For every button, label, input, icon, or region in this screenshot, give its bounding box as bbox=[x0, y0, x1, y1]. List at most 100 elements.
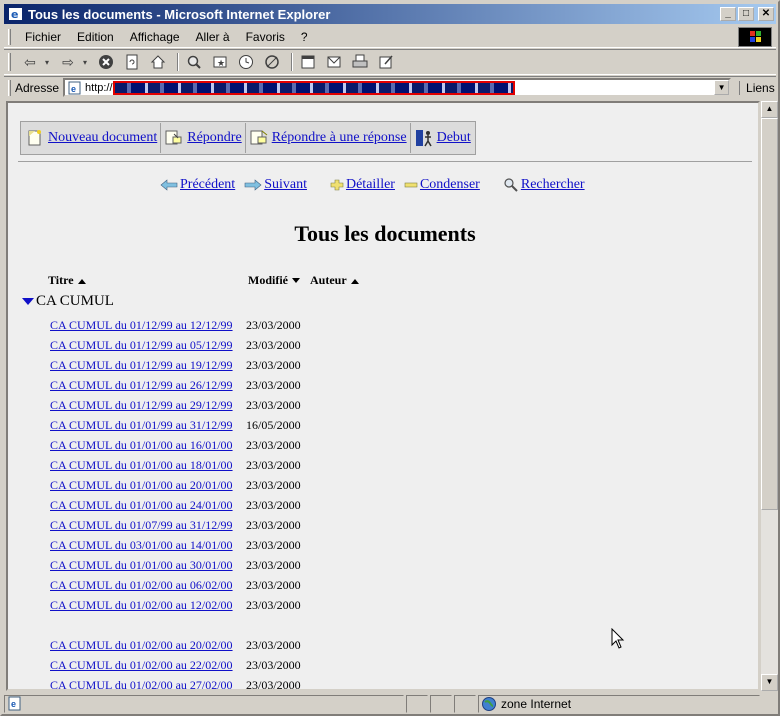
document-link[interactable]: CA CUMUL du 01/12/99 au 26/12/99 bbox=[50, 378, 246, 393]
home-icon[interactable] bbox=[147, 52, 169, 72]
toolbar-separator bbox=[291, 53, 293, 71]
new-document-icon bbox=[28, 130, 41, 146]
category-ca-cumul[interactable]: CA CUMUL bbox=[22, 293, 114, 310]
document-link[interactable]: CA CUMUL du 01/02/00 au 27/02/00 bbox=[50, 678, 246, 690]
history-icon[interactable] bbox=[235, 52, 257, 72]
reply-to-reply-action[interactable]: Répondre à une réponse bbox=[245, 123, 411, 153]
column-header-author[interactable]: Auteur bbox=[310, 273, 359, 288]
menu-fichier[interactable]: Fichier bbox=[17, 30, 69, 44]
status-pane bbox=[430, 695, 452, 713]
links-button[interactable]: Liens bbox=[739, 80, 775, 95]
sort-down-icon[interactable] bbox=[292, 277, 300, 284]
collapse-triangle-icon[interactable] bbox=[22, 297, 34, 306]
document-link[interactable]: CA CUMUL du 01/12/99 au 19/12/99 bbox=[50, 358, 246, 373]
address-dropdown-button[interactable]: ▼ bbox=[714, 80, 730, 95]
reply-icon bbox=[165, 130, 182, 145]
document-link[interactable]: CA CUMUL du 03/01/00 au 14/01/00 bbox=[50, 538, 246, 553]
svg-text:e: e bbox=[11, 699, 16, 709]
window-title: Tous les documents - Microsoft Internet … bbox=[28, 6, 331, 22]
maximize-button[interactable]: □ bbox=[738, 7, 754, 21]
search-link[interactable]: Rechercher bbox=[521, 177, 585, 193]
start-link[interactable]: Debut bbox=[437, 130, 471, 146]
back-dropdown-icon[interactable]: ▾ bbox=[41, 52, 53, 72]
column-header-modified[interactable]: Modifié bbox=[248, 273, 300, 288]
document-link[interactable]: CA CUMUL du 01/02/00 au 12/02/00 bbox=[50, 598, 246, 613]
address-label: Adresse bbox=[15, 80, 60, 95]
favorites-icon[interactable]: ★ bbox=[209, 52, 231, 72]
collapse-link[interactable]: Condenser bbox=[420, 177, 480, 193]
print-icon[interactable] bbox=[349, 52, 371, 72]
document-date: 23/03/2000 bbox=[246, 317, 301, 332]
column-author-label: Auteur bbox=[310, 273, 347, 287]
toolbar-grip bbox=[8, 53, 11, 71]
document-link[interactable]: CA CUMUL du 01/12/99 au 05/12/99 bbox=[50, 338, 246, 353]
reply-action[interactable]: Répondre bbox=[161, 123, 246, 153]
list-item: CA CUMUL du 01/02/00 au 20/02/00 23/03/20… bbox=[50, 635, 301, 655]
close-button[interactable]: ✕ bbox=[758, 7, 774, 21]
address-input[interactable]: e http:// ▼ bbox=[63, 78, 732, 97]
expand-nav[interactable]: Détailler bbox=[330, 177, 395, 193]
previous-link[interactable]: Précédent bbox=[180, 177, 235, 193]
search-nav[interactable]: Rechercher bbox=[503, 177, 585, 193]
document-link[interactable]: CA CUMUL du 01/01/00 au 18/01/00 bbox=[50, 458, 246, 473]
minimize-button[interactable]: _ bbox=[720, 7, 736, 21]
list-item: CA CUMUL du 01/02/00 au 06/02/00 23/03/20… bbox=[50, 575, 301, 595]
scroll-thumb[interactable] bbox=[761, 118, 778, 510]
back-icon[interactable]: ⇦ bbox=[19, 52, 41, 72]
list-item: CA CUMUL du 01/07/99 au 31/12/99 23/03/20… bbox=[50, 515, 301, 535]
start-action[interactable]: Debut bbox=[410, 123, 474, 153]
next-link[interactable]: Suivant bbox=[264, 177, 307, 193]
svg-text:★: ★ bbox=[217, 58, 225, 68]
list-item: CA CUMUL du 01/01/00 au 18/01/00 23/03/20… bbox=[50, 455, 301, 475]
sort-up-icon[interactable] bbox=[350, 278, 359, 284]
reply-to-reply-link[interactable]: Répondre à une réponse bbox=[272, 130, 407, 146]
address-bar: Adresse e http:// ▼ Liens bbox=[4, 76, 776, 98]
document-date: 23/03/2000 bbox=[246, 517, 301, 532]
page-title: Tous les documents bbox=[294, 221, 476, 246]
reply-link[interactable]: Répondre bbox=[187, 130, 241, 146]
collapse-nav[interactable]: Condenser bbox=[404, 177, 480, 193]
mail-icon[interactable] bbox=[323, 52, 345, 72]
refresh-icon[interactable] bbox=[121, 52, 143, 72]
fullscreen-icon[interactable] bbox=[297, 52, 319, 72]
expand-link[interactable]: Détailler bbox=[346, 177, 395, 193]
menu-edition[interactable]: Edition bbox=[69, 30, 122, 44]
stop-icon[interactable] bbox=[95, 52, 117, 72]
document-date: 23/03/2000 bbox=[246, 437, 301, 452]
channels-icon[interactable] bbox=[261, 52, 283, 72]
document-link[interactable]: CA CUMUL du 01/01/00 au 30/01/00 bbox=[50, 558, 246, 573]
forward-dropdown-icon[interactable]: ▾ bbox=[79, 52, 91, 72]
previous-nav[interactable]: Précédent bbox=[160, 177, 235, 193]
security-zone: zone Internet bbox=[478, 695, 760, 713]
edit-icon[interactable] bbox=[375, 52, 397, 72]
vertical-scrollbar[interactable]: ▲ ▼ bbox=[760, 101, 778, 691]
forward-icon[interactable]: ⇨ bbox=[57, 52, 79, 72]
new-document-action[interactable]: Nouveau document bbox=[22, 123, 162, 153]
document-link[interactable]: CA CUMUL du 01/02/00 au 22/02/00 bbox=[50, 658, 246, 673]
document-link[interactable]: CA CUMUL du 01/12/99 au 12/12/99 bbox=[50, 318, 246, 333]
document-link[interactable]: CA CUMUL du 01/01/99 au 31/12/99 bbox=[50, 418, 246, 433]
next-nav[interactable]: Suivant bbox=[244, 177, 307, 193]
new-document-link[interactable]: Nouveau document bbox=[48, 130, 157, 146]
menu-aller-a[interactable]: Aller à bbox=[188, 30, 238, 44]
document-link[interactable]: CA CUMUL du 01/01/00 au 24/01/00 bbox=[50, 498, 246, 513]
globe-icon bbox=[482, 697, 496, 711]
scroll-up-button[interactable]: ▲ bbox=[761, 101, 778, 118]
sort-up-icon[interactable] bbox=[77, 278, 86, 284]
document-link[interactable]: CA CUMUL du 01/12/99 au 29/12/99 bbox=[50, 398, 246, 413]
document-link[interactable]: CA CUMUL du 01/01/00 au 20/01/00 bbox=[50, 478, 246, 493]
document-link[interactable]: CA CUMUL du 01/02/00 au 06/02/00 bbox=[50, 578, 246, 593]
document-link[interactable]: CA CUMUL du 01/07/99 au 31/12/99 bbox=[50, 518, 246, 533]
menu-favoris[interactable]: Favoris bbox=[238, 30, 293, 44]
list-item: CA CUMUL du 01/02/00 au 12/02/00 23/03/20… bbox=[50, 595, 301, 615]
menu-help[interactable]: ? bbox=[293, 30, 316, 44]
document-link[interactable]: CA CUMUL du 01/02/00 au 20/02/00 bbox=[50, 638, 246, 653]
page-status-icon: e bbox=[8, 696, 21, 711]
redacted-url bbox=[113, 81, 516, 95]
scroll-down-button[interactable]: ▼ bbox=[761, 674, 778, 691]
column-header-title[interactable]: Titre bbox=[48, 273, 86, 288]
menu-affichage[interactable]: Affichage bbox=[122, 30, 188, 44]
reply-to-reply-icon bbox=[250, 130, 267, 145]
document-link[interactable]: CA CUMUL du 01/01/00 au 16/01/00 bbox=[50, 438, 246, 453]
search-icon[interactable] bbox=[183, 52, 205, 72]
